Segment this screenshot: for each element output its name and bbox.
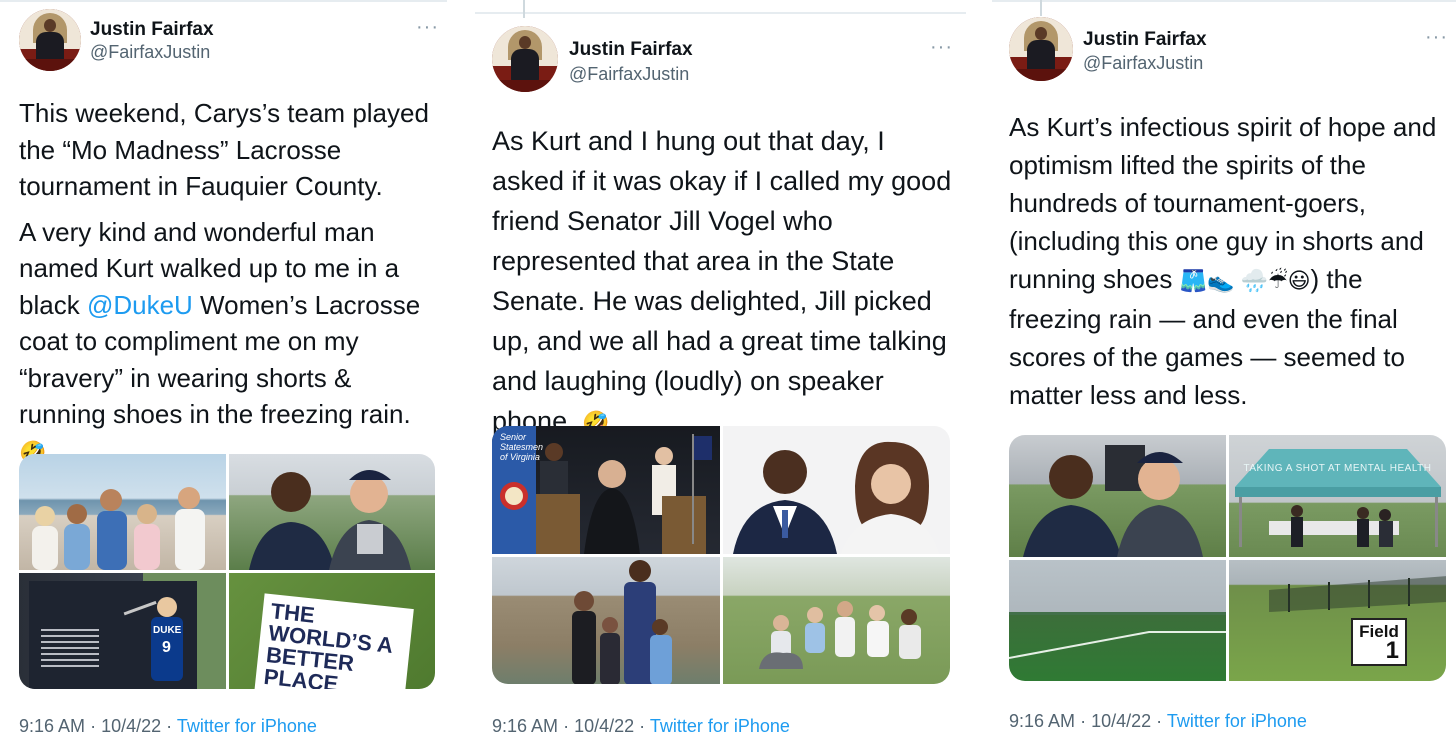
tweet-2-top-divider [475, 12, 966, 14]
tweet-3-paragraph: As Kurt’s infectious spirit of hope and … [1009, 108, 1449, 414]
tweet-1-more-options-icon[interactable]: ··· [416, 16, 439, 39]
senior-statesmen-banner-text: Senior Statesmen of Virginia [500, 432, 544, 462]
tweet-2-thread-connector [523, 0, 525, 18]
tweet-3-thread-connector [1040, 0, 1042, 16]
tweet-2-text: As Kurt and I hung out that day, I asked… [492, 121, 962, 443]
vogel-family-lawn-photo[interactable] [722, 556, 950, 684]
tweet-1-source-link[interactable]: Twitter for iPhone [177, 716, 317, 736]
worlds-a-better-place-sign-photo[interactable]: THE WORLD’S A BETTER PLACE WITH YOU IN [228, 573, 435, 689]
tweet-1-author-name[interactable]: Justin Fairfax [90, 19, 214, 41]
senate-podium-photo[interactable]: Senior Statesmen of Virginia [492, 426, 720, 554]
tweet-3-media-grid[interactable]: TAKING A SHOT AT MENTAL HEALTH Field 1 [1009, 435, 1446, 681]
family-beach-photo[interactable] [19, 454, 226, 570]
worlds-a-better-place-sign-text: THE WORLD’S A BETTER PLACE WITH YOU IN [253, 593, 414, 689]
tweet-2-more-options-icon[interactable]: ··· [930, 36, 953, 59]
tweet-3-text: As Kurt’s infectious spirit of hope and … [1009, 108, 1449, 414]
tweet-1-paragraph-2: A very kind and wonderful man named Kurt… [19, 214, 444, 472]
fairfax-vogel-portrait-photo[interactable] [722, 426, 950, 554]
tweet-2-source-link[interactable]: Twitter for iPhone [650, 716, 790, 736]
meta-separator: · [639, 716, 646, 736]
tweet-2-author-name[interactable]: Justin Fairfax [569, 39, 693, 61]
tweet-3-top-divider [992, 0, 1456, 2]
tent-banner-text: TAKING A SHOT AT MENTAL HEALTH [1243, 463, 1432, 474]
meta-separator: · [1156, 711, 1163, 731]
selfie-with-kurt-photo[interactable] [1009, 435, 1226, 557]
tweet-3-avatar[interactable] [1009, 17, 1073, 81]
dukeu-mention-link[interactable]: @DukeU [87, 290, 193, 320]
empty-lacrosse-field-photo[interactable] [1009, 559, 1226, 681]
tweet-1-text: This weekend, Carys’s team played the “M… [19, 95, 444, 471]
tweet-3-meta: 9:16 AM · 10/4/22 · Twitter for iPhone [1009, 711, 1307, 732]
field-1-sign: Field 1 [1351, 617, 1407, 666]
tweet-3-author-handle[interactable]: @FairfaxJustin [1083, 53, 1203, 74]
field-1-sign-photo[interactable]: Field 1 [1229, 559, 1446, 681]
field-dedication-plaque-photo[interactable]: DUKE 9 [19, 573, 226, 689]
meta-separator: · [166, 716, 173, 736]
meta-separator: · [1080, 711, 1087, 731]
tweet-3-source-link[interactable]: Twitter for iPhone [1167, 711, 1307, 731]
tweet-3-more-options-icon[interactable]: ··· [1425, 26, 1448, 49]
tweet-2-date[interactable]: 10/4/22 [574, 716, 634, 736]
tweet-2-paragraph-text: As Kurt and I hung out that day, I asked… [492, 126, 952, 436]
meta-separator: · [90, 716, 97, 736]
plaque-jersey-text: DUKE [153, 625, 182, 636]
tweet-1-date[interactable]: 10/4/22 [101, 716, 161, 736]
mental-health-tent-photo[interactable]: TAKING A SHOT AT MENTAL HEALTH [1229, 435, 1446, 557]
tweet-2-avatar[interactable] [492, 26, 558, 92]
family-at-castle-photo[interactable] [492, 556, 720, 684]
tweet-1-media-grid[interactable]: DUKE 9 THE WORLD’S A BETTER PLACE WITH Y… [19, 454, 435, 689]
tweet-1-paragraph-1: This weekend, Carys’s team played the “M… [19, 98, 429, 201]
tweet-1-meta: 9:16 AM · 10/4/22 · Twitter for iPhone [19, 716, 317, 737]
tweet-3-text-before-emojis: As Kurt’s infectious spirit of hope and … [1009, 112, 1437, 294]
selfie-with-kurt-photo[interactable] [228, 454, 435, 570]
tweet-3-author-name[interactable]: Justin Fairfax [1083, 29, 1207, 51]
tweet-3-time[interactable]: 9:16 AM [1009, 711, 1075, 731]
tweet-2-author-handle[interactable]: @FairfaxJustin [569, 64, 689, 85]
tweet-1-author-handle[interactable]: @FairfaxJustin [90, 42, 210, 63]
meta-separator: · [563, 716, 570, 736]
tweet-1-top-divider [0, 0, 447, 2]
tweet-2-paragraph: As Kurt and I hung out that day, I asked… [492, 121, 962, 443]
tweet-1-paragraph-2-rest: Women’s Lacrosse coat to compliment me o… [19, 289, 421, 430]
shorts-shoes-rain-umbrella-smile-emojis: 🩳👟 🌧️☔😃 [1179, 268, 1311, 293]
tweet-2-meta: 9:16 AM · 10/4/22 · Twitter for iPhone [492, 716, 790, 737]
tweet-1-time[interactable]: 9:16 AM [19, 716, 85, 736]
tweet-1-avatar[interactable] [19, 9, 81, 71]
tweet-2-time[interactable]: 9:16 AM [492, 716, 558, 736]
plaque-jersey-number: 9 [162, 639, 171, 656]
field-sign-number: 1 [1385, 636, 1399, 664]
tweet-2-media-grid[interactable]: Senior Statesmen of Virginia [492, 426, 950, 684]
tweet-3-date[interactable]: 10/4/22 [1091, 711, 1151, 731]
